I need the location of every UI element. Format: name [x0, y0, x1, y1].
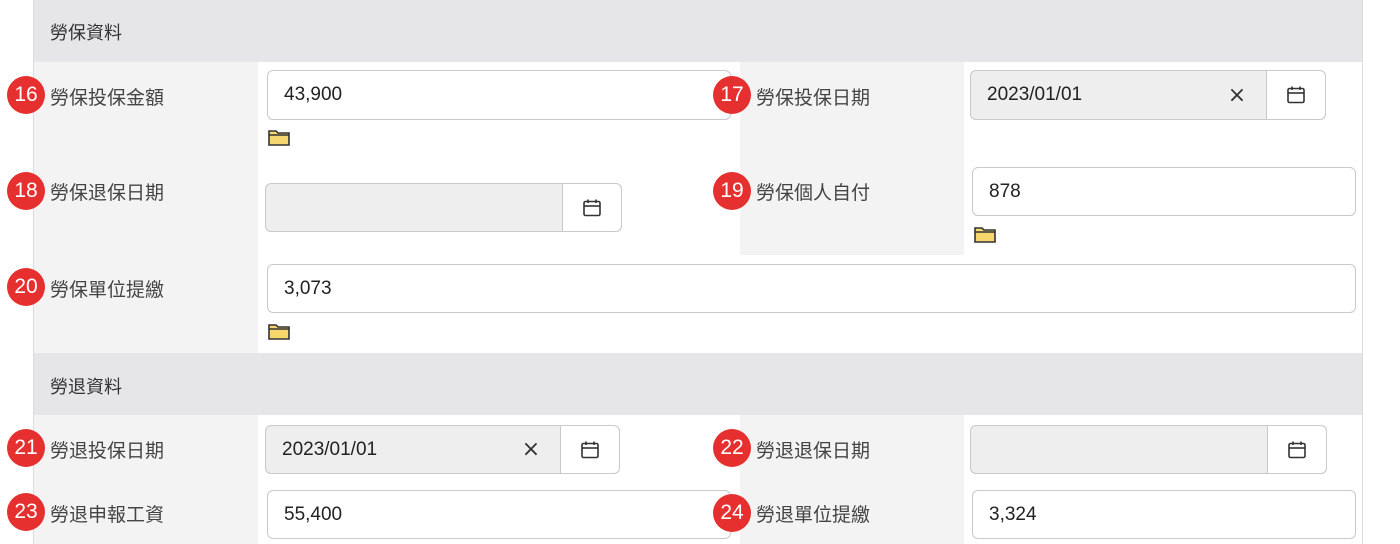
declared-wage-value: 55,400 — [284, 504, 343, 525]
step-badge-22: 22 — [713, 429, 751, 467]
pension-start-date-value: 2023/01/01 — [282, 439, 378, 460]
step-badge-18: 18 — [7, 172, 45, 210]
insured-amount-input[interactable]: 43,900 — [267, 70, 731, 120]
section-header-labor-insurance: 勞保資料 — [34, 0, 1362, 62]
field-label-19: 勞保個人自付 — [756, 182, 871, 204]
calendar-icon — [1288, 441, 1306, 458]
label-cell-20 — [34, 255, 258, 353]
insured-date-picker[interactable]: 2023/01/01 × — [970, 70, 1326, 120]
folder-icon[interactable] — [268, 128, 290, 146]
pension-employer-contribution-input[interactable]: 3,324 — [972, 490, 1356, 539]
declared-wage-input[interactable]: 55,400 — [267, 490, 731, 539]
insured-date-value: 2023/01/01 — [987, 84, 1083, 105]
section-title: 勞保資料 — [50, 23, 122, 44]
step-badge-19: 19 — [713, 172, 751, 210]
calendar-icon — [581, 441, 599, 458]
employee-contribution-input[interactable]: 878 — [972, 167, 1356, 216]
step-badge-23: 23 — [7, 493, 45, 531]
step-badge-20: 20 — [7, 268, 45, 306]
field-label-17: 勞保投保日期 — [756, 87, 871, 109]
calendar-button[interactable] — [562, 184, 621, 231]
employer-contribution-input[interactable]: 3,073 — [267, 264, 1356, 313]
calendar-icon — [1287, 86, 1305, 104]
field-label-20: 勞保單位提繳 — [50, 279, 165, 301]
calendar-icon — [583, 199, 601, 216]
field-label-16: 勞保投保金額 — [50, 87, 165, 109]
calendar-button[interactable] — [1266, 71, 1325, 119]
label-cell-16 — [34, 62, 258, 159]
pension-end-date-picker[interactable] — [970, 425, 1327, 474]
step-badge-17: 17 — [713, 76, 751, 114]
label-cell-17 — [740, 62, 964, 159]
field-label-23: 勞退申報工資 — [50, 504, 165, 526]
pension-start-date-picker[interactable]: 2023/01/01 × — [265, 425, 620, 474]
step-badge-24: 24 — [713, 494, 751, 532]
field-label-24: 勞退單位提繳 — [756, 504, 871, 526]
pension-employer-contribution-value: 3,324 — [989, 504, 1037, 525]
close-icon[interactable]: × — [1222, 71, 1252, 119]
employee-contribution-value: 878 — [989, 181, 1021, 202]
folder-icon[interactable] — [268, 322, 290, 340]
insured-amount-value: 43,900 — [284, 84, 343, 105]
label-cell-19 — [740, 159, 964, 255]
section-header-labor-pension: 勞退資料 — [34, 353, 1362, 415]
field-label-21: 勞退投保日期 — [50, 440, 165, 462]
folder-icon[interactable] — [974, 225, 996, 243]
field-label-22: 勞退退保日期 — [756, 440, 871, 462]
calendar-button[interactable] — [560, 426, 619, 473]
calendar-button[interactable] — [1267, 426, 1326, 473]
step-badge-21: 21 — [7, 429, 45, 467]
withdrawal-date-picker[interactable] — [265, 183, 622, 232]
section-title: 勞退資料 — [50, 377, 122, 398]
label-cell-18 — [34, 159, 258, 255]
step-badge-16: 16 — [7, 76, 45, 114]
field-label-18: 勞保退保日期 — [50, 182, 165, 204]
employer-contribution-value: 3,073 — [284, 278, 332, 299]
close-icon[interactable]: × — [516, 426, 546, 473]
